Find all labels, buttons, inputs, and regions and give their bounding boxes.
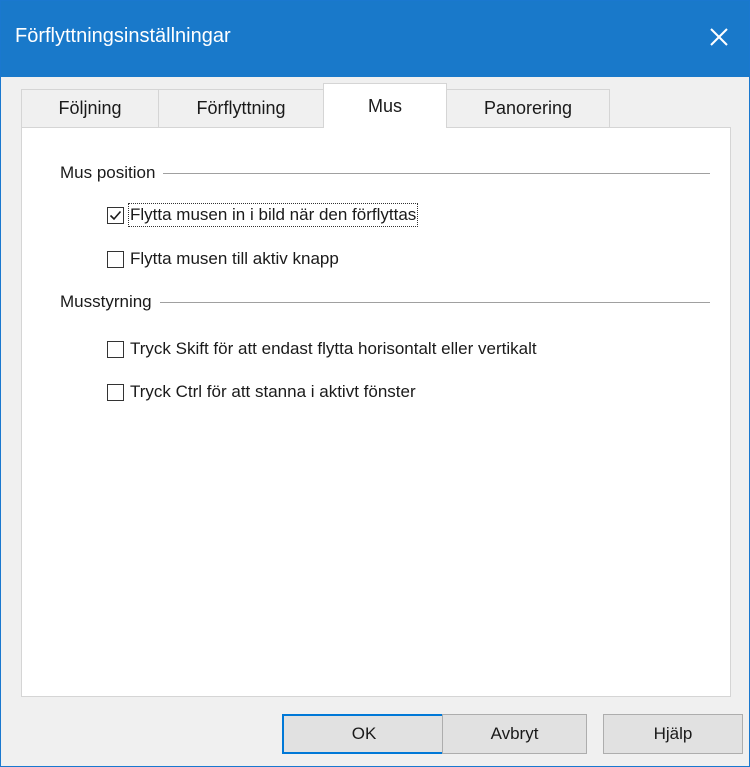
window-title: Förflyttningsinställningar xyxy=(15,25,231,47)
checkbox-label: Tryck Skift för att endast flytta horiso… xyxy=(130,339,537,358)
checkbox-box[interactable] xyxy=(107,383,124,401)
tab-strip: Följning Förflyttning Mus Panorering xyxy=(21,83,731,128)
checkbox-box[interactable] xyxy=(107,250,124,268)
tab-mus[interactable]: Mus xyxy=(323,83,447,128)
tab-forflyttning[interactable]: Förflyttning xyxy=(158,89,324,127)
tab-label: Mus xyxy=(367,95,402,116)
title-bar[interactable]: Förflyttningsinställningar xyxy=(1,1,749,77)
tab-label: Förflyttning xyxy=(196,98,286,118)
tab-foljning[interactable]: Följning xyxy=(21,89,159,127)
tab-label: Panorering xyxy=(483,98,573,118)
checkbox-shift-constrain[interactable]: Tryck Skift för att endast flytta horiso… xyxy=(107,339,537,359)
group-label-mouse-position: Mus position xyxy=(60,163,164,183)
checkbox-move-to-active-button[interactable]: Flytta musen till aktiv knapp xyxy=(107,249,339,269)
checkbox-label: Tryck Ctrl för att stanna i aktivt fönst… xyxy=(130,382,416,401)
checkbox-label: Flytta musen till aktiv knapp xyxy=(130,249,339,268)
checkbox-box[interactable] xyxy=(107,340,124,358)
ok-button[interactable]: OK xyxy=(282,714,446,754)
checkbox-ctrl-stay-window[interactable]: Tryck Ctrl för att stanna i aktivt fönst… xyxy=(107,382,416,402)
group-label-mouse-control: Musstyrning xyxy=(60,292,160,312)
checkbox-label: Flytta musen in i bild när den förflytta… xyxy=(127,203,419,227)
cancel-button[interactable]: Avbryt xyxy=(442,714,587,754)
settings-dialog: Förflyttningsinställningar Följning Förf… xyxy=(0,0,750,767)
tab-panel-mus: Mus position Flytta musen in i bild när … xyxy=(21,127,731,697)
close-icon xyxy=(709,27,729,52)
tab-label: Följning xyxy=(58,98,122,118)
close-button[interactable] xyxy=(689,1,749,77)
tab-panorering[interactable]: Panorering xyxy=(446,89,610,127)
help-button[interactable]: Hjälp xyxy=(603,714,743,754)
checkbox-move-into-view[interactable]: Flytta musen in i bild när den förflytta… xyxy=(107,203,419,227)
check-icon xyxy=(109,210,122,220)
checkbox-box[interactable] xyxy=(107,206,124,224)
